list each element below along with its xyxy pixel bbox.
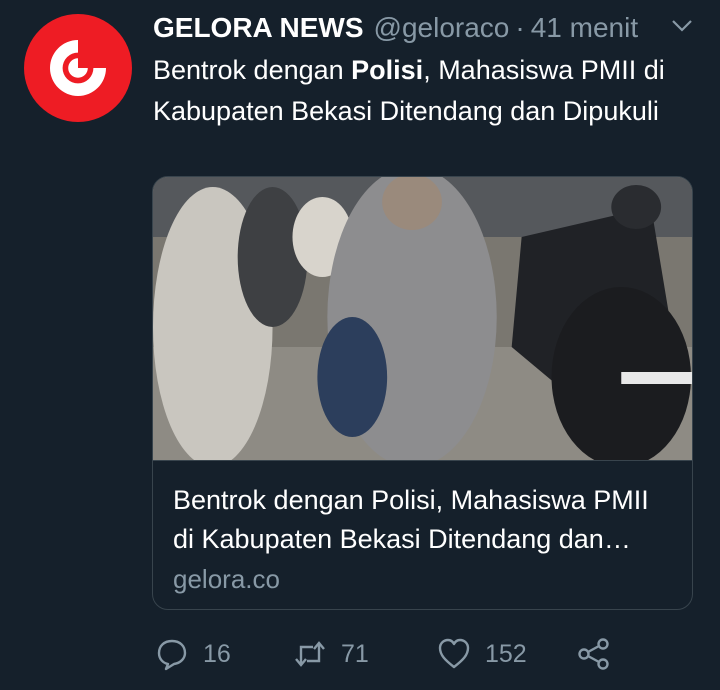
reply-icon: [157, 639, 187, 671]
reply-count: 16: [203, 639, 231, 668]
tweet-text-bold: Polisi: [351, 55, 424, 85]
retweet-button[interactable]: 71: [293, 637, 369, 671]
tweet-text-before: Bentrok dengan: [153, 55, 352, 85]
reply-button[interactable]: 16: [155, 637, 231, 671]
share-icon: [578, 638, 609, 670]
share-button[interactable]: [577, 637, 611, 671]
card-image[interactable]: [153, 177, 692, 460]
like-count: 152: [485, 639, 527, 668]
timestamp[interactable]: 41 menit: [531, 12, 638, 44]
card-photo: [153, 177, 692, 460]
link-card[interactable]: Bentrok dengan Polisi, Mahasiswa PMII di…: [152, 176, 693, 610]
card-title: Bentrok dengan Polisi, Mahasiswa PMII di…: [173, 485, 649, 554]
tweet-header: GELORA NEWS @geloraco · 41 menit: [153, 8, 700, 48]
gelora-logo-icon: [50, 40, 106, 96]
chevron-down-icon[interactable]: [670, 16, 694, 36]
retweet-count: 71: [341, 639, 369, 668]
card-domain: gelora.co: [173, 564, 280, 594]
retweet-icon: [295, 641, 325, 667]
like-button[interactable]: 152: [437, 637, 527, 671]
tweet-text: Bentrok dengan Polisi, Mahasiswa PMII di…: [153, 50, 693, 132]
action-bar: 16 71 152: [155, 632, 625, 676]
author-name[interactable]: GELORA NEWS: [153, 12, 364, 44]
separator-dot: ·: [515, 12, 525, 43]
author-handle[interactable]: @geloraco: [374, 12, 510, 44]
card-body[interactable]: Bentrok dengan Polisi, Mahasiswa PMII di…: [153, 460, 692, 609]
avatar[interactable]: [24, 14, 132, 122]
heart-icon: [438, 638, 470, 669]
